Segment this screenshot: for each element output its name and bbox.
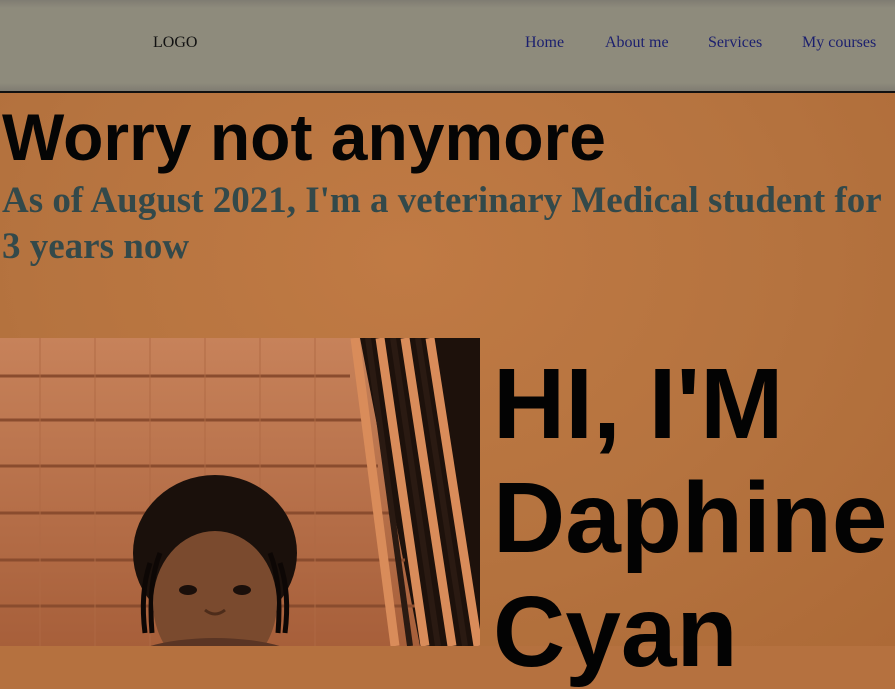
site-logo[interactable]: LOGO	[153, 34, 197, 52]
nav-link-my-courses[interactable]: My courses	[802, 34, 876, 52]
hero-headline: Worry not anymore	[2, 100, 606, 174]
profile-photo-illustration	[0, 338, 480, 646]
greeting-line-3: Cyan	[493, 576, 738, 688]
top-navbar: LOGO Home About me Services My courses	[0, 0, 895, 93]
hero-subheadline: As of August 2021, I'm a veterinary Medi…	[2, 180, 882, 267]
greeting-line-1: HI, I'M	[493, 348, 784, 460]
nav-link-services[interactable]: Services	[708, 34, 762, 52]
greeting-line-2: Daphine	[493, 462, 888, 574]
profile-photo	[0, 338, 480, 646]
nav-link-home[interactable]: Home	[525, 34, 564, 52]
hero-greeting: HI, I'M Daphine Cyan	[493, 347, 887, 689]
nav-link-about-me[interactable]: About me	[605, 34, 669, 52]
